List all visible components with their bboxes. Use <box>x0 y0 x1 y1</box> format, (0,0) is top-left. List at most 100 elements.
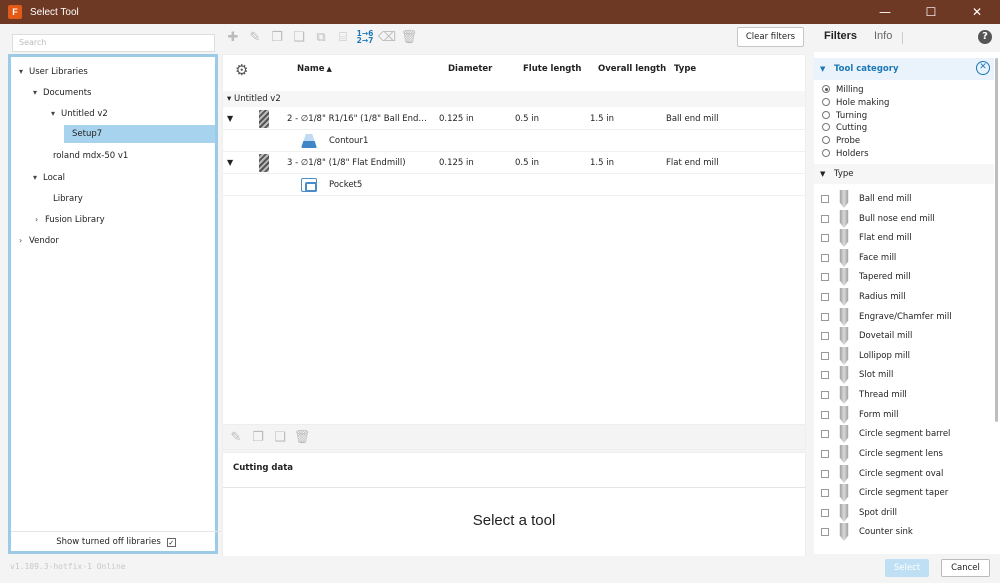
checkbox[interactable] <box>821 332 829 340</box>
show-turned-off-checkbox[interactable]: ✓ <box>166 538 176 547</box>
chevron-down-icon[interactable]: ▾ <box>33 84 43 102</box>
type-filter-item[interactable]: Bull nose end mill <box>821 210 991 228</box>
checkbox[interactable] <box>821 234 829 242</box>
tree-item-fusion-library[interactable]: › Fusion Library <box>35 211 105 229</box>
category-holders[interactable]: Holders <box>822 148 869 160</box>
type-filter-item[interactable]: Dovetail mill <box>821 327 991 345</box>
column-header-flute-length[interactable]: Flute length <box>523 64 582 74</box>
checkbox[interactable] <box>821 254 829 262</box>
tab-filters[interactable]: Filters <box>824 30 857 42</box>
brush-icon[interactable]: ⌫ <box>376 26 398 48</box>
chevron-down-icon[interactable]: ▼ <box>820 58 825 80</box>
radio-checked[interactable] <box>822 85 830 93</box>
tool-category-header[interactable]: ▼ Tool category ✕ <box>814 58 994 80</box>
column-header-type[interactable]: Type <box>674 64 696 74</box>
maximize-button[interactable]: ☐ <box>908 0 954 24</box>
paste-icon[interactable]: ❏ <box>269 426 291 448</box>
checkbox[interactable] <box>821 450 829 458</box>
add-icon[interactable]: ✚ <box>222 26 244 48</box>
gear-icon[interactable]: ⚙ <box>235 61 248 79</box>
edit-icon[interactable]: ✎ <box>225 426 247 448</box>
chevron-down-icon[interactable]: ▾ <box>51 105 61 123</box>
type-header[interactable]: ▼ Type <box>814 164 994 184</box>
select-button[interactable]: Select <box>885 559 929 577</box>
cancel-button[interactable]: Cancel <box>941 559 990 577</box>
chevron-down-icon[interactable]: ▾ <box>33 169 43 187</box>
radio[interactable] <box>822 123 830 131</box>
close-button[interactable]: ✕ <box>954 0 1000 24</box>
paste-icon[interactable]: ❏ <box>288 26 310 48</box>
checkbox[interactable] <box>821 293 829 301</box>
checkbox[interactable] <box>821 489 829 497</box>
holder-icon[interactable]: ⌸ <box>332 26 354 48</box>
type-filter-item[interactable]: Lollipop mill <box>821 347 991 365</box>
column-header-overall-length[interactable]: Overall length <box>598 64 666 74</box>
tree-item-setup7[interactable]: Setup7 <box>64 125 215 143</box>
category-cutting[interactable]: Cutting <box>822 122 867 134</box>
type-filter-item[interactable]: Ball end mill <box>821 190 991 208</box>
duplicate-icon[interactable]: ⧉ <box>310 26 332 48</box>
tree-item-vendor[interactable]: › Vendor <box>19 232 59 250</box>
checkbox[interactable] <box>821 195 829 203</box>
checkbox[interactable] <box>821 371 829 379</box>
tree-item-user-libraries[interactable]: ▾ User Libraries <box>19 63 88 81</box>
type-filter-item[interactable]: Tapered mill <box>821 268 991 286</box>
show-turned-off-libraries[interactable]: Show turned off libraries ✓ <box>11 531 221 551</box>
operation-row[interactable]: Contour1 <box>223 130 805 152</box>
type-filter-item[interactable]: Flat end mill <box>821 229 991 247</box>
checkbox[interactable] <box>821 273 829 281</box>
delete-icon[interactable]: 🗑 <box>291 426 313 448</box>
table-row[interactable]: ▼ 2 - ∅1/8" R1/16" (1/8" Ball End… 0.125… <box>223 108 805 130</box>
checkbox[interactable] <box>821 528 829 536</box>
tab-info[interactable]: Info <box>874 30 892 42</box>
group-row[interactable]: ▾ Untitled v2 <box>223 91 805 107</box>
checkbox[interactable] <box>821 215 829 223</box>
type-filter-item[interactable]: Slot mill <box>821 366 991 384</box>
expand-triangle-icon[interactable]: ▼ <box>227 152 233 174</box>
chevron-down-icon[interactable]: ▾ <box>19 63 29 81</box>
chevron-right-icon[interactable]: › <box>35 211 45 229</box>
renumber-icon[interactable]: 1→6 2→7 <box>354 26 376 48</box>
type-filter-item[interactable]: Form mill <box>821 406 991 424</box>
tree-item-local[interactable]: ▾ Local <box>33 169 65 187</box>
type-filter-item[interactable]: Spot drill <box>821 504 991 522</box>
checkbox[interactable] <box>821 313 829 321</box>
clear-filters-button[interactable]: Clear filters <box>736 27 804 47</box>
category-hole-making[interactable]: Hole making <box>822 97 889 109</box>
copy-icon[interactable]: ❐ <box>266 26 288 48</box>
checkbox[interactable] <box>821 411 829 419</box>
tree-item-roland-mdx-50[interactable]: roland mdx-50 v1 <box>53 147 128 165</box>
radio[interactable] <box>822 111 830 119</box>
column-header-diameter[interactable]: Diameter <box>448 64 492 74</box>
help-icon[interactable]: ? <box>978 30 992 44</box>
radio[interactable] <box>822 136 830 144</box>
type-filter-item[interactable]: Radius mill <box>821 288 991 306</box>
checkbox[interactable] <box>821 470 829 478</box>
type-filter-item[interactable]: Circle segment barrel <box>821 425 991 443</box>
delete-icon[interactable]: 🗑 <box>398 26 420 48</box>
checkbox[interactable] <box>821 430 829 438</box>
type-filter-item[interactable]: Circle segment lens <box>821 445 991 463</box>
category-turning[interactable]: Turning <box>822 110 867 122</box>
type-filter-item[interactable]: Counter sink <box>821 523 991 541</box>
radio[interactable] <box>822 149 830 157</box>
search-input[interactable]: Search <box>12 34 215 52</box>
type-filter-item[interactable]: Engrave/Chamfer mill <box>821 308 991 326</box>
checkbox[interactable] <box>821 391 829 399</box>
expand-triangle-icon[interactable]: ▼ <box>227 108 233 130</box>
chevron-down-icon[interactable]: ▾ <box>227 94 234 104</box>
type-filter-item[interactable]: Face mill <box>821 249 991 267</box>
category-probe[interactable]: Probe <box>822 135 860 147</box>
copy-icon[interactable]: ❐ <box>247 426 269 448</box>
category-milling[interactable]: Milling <box>822 84 864 96</box>
column-header-name[interactable]: Name ▲ <box>297 64 332 74</box>
checkbox[interactable] <box>821 352 829 360</box>
type-filter-item[interactable]: Thread mill <box>821 386 991 404</box>
checkbox[interactable] <box>821 509 829 517</box>
tree-item-untitled-v2[interactable]: ▾ Untitled v2 <box>51 105 108 123</box>
chevron-down-icon[interactable]: ▼ <box>820 164 825 184</box>
table-row[interactable]: ▼ 3 - ∅1/8" (1/8" Flat Endmill) 0.125 in… <box>223 152 805 174</box>
chevron-right-icon[interactable]: › <box>19 232 29 250</box>
operation-row[interactable]: Pocket5 <box>223 174 805 196</box>
vertical-scrollbar[interactable] <box>995 58 998 422</box>
